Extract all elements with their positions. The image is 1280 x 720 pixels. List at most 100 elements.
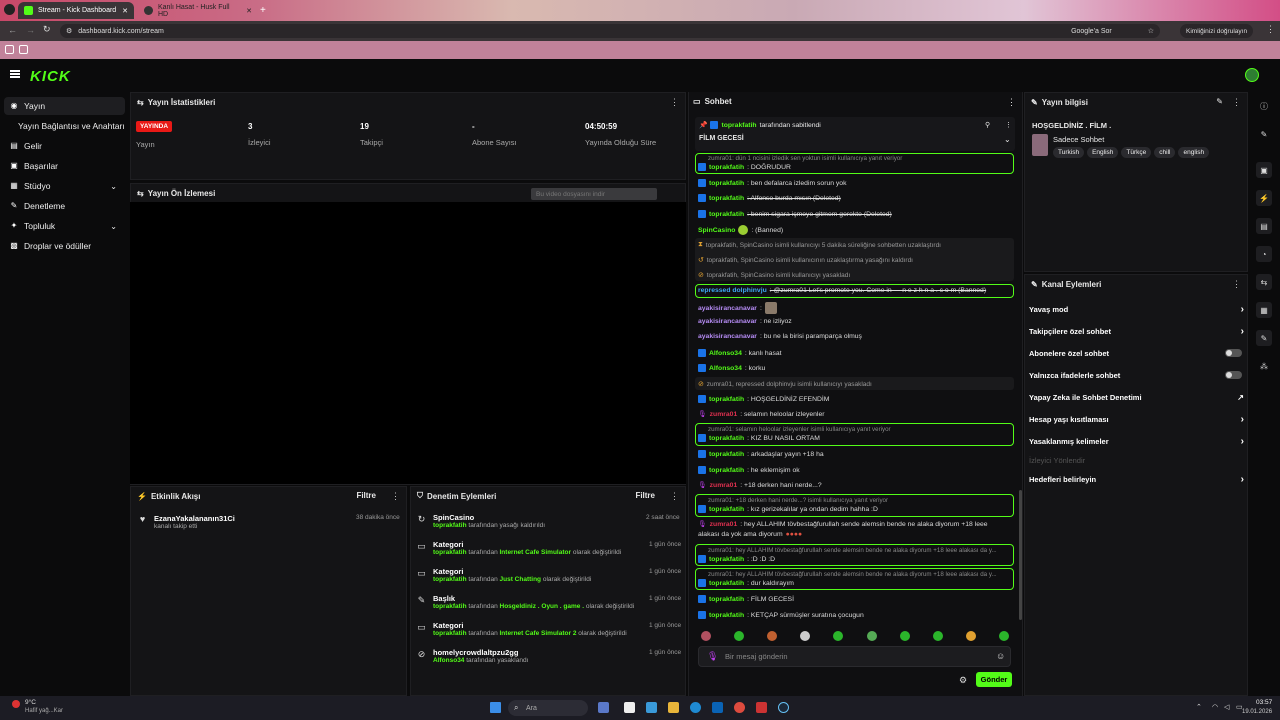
- chat-message[interactable]: toprakfatih: dur kaldırayım: [698, 579, 1014, 587]
- profile-chip[interactable]: Kimliğinizi doğrulayın: [1180, 24, 1254, 38]
- app-icon[interactable]: [756, 702, 767, 713]
- browser-menu-button[interactable]: [4, 4, 15, 15]
- chat-message[interactable]: repressed dolphinvju: @zumra01 Let's pro…: [698, 287, 1014, 294]
- more-options-icon[interactable]: ⋮: [670, 97, 679, 108]
- info-icon[interactable]: ⓘ: [1256, 98, 1272, 114]
- more-options-icon[interactable]: ⋮: [1232, 279, 1241, 290]
- emoji-picker-icon[interactable]: ☺: [996, 651, 1005, 661]
- category-name[interactable]: Sadece Sohbet: [1053, 135, 1104, 144]
- copilot-icon[interactable]: [646, 702, 657, 713]
- action-followers-only[interactable]: Takipçilere özel sohbet ›: [1029, 324, 1244, 338]
- more-options-icon[interactable]: ⋮: [1232, 97, 1241, 108]
- action-banned-words[interactable]: Yasaklanmış kelimeler ›: [1029, 434, 1244, 448]
- emote-icon[interactable]: [866, 631, 877, 641]
- video-preview[interactable]: [130, 202, 686, 484]
- chat-message[interactable]: toprakfatih: KETÇAP sürmüşler suratına ç…: [698, 611, 1014, 619]
- chat-message[interactable]: toprakfatih: arkadaşlar yayın +18 ha: [698, 450, 1014, 458]
- tag[interactable]: chill: [1154, 147, 1176, 158]
- chat-message[interactable]: toprakfatih: he eklemişim ok: [698, 466, 1014, 474]
- chrome-icon[interactable]: [734, 702, 745, 713]
- clock-date[interactable]: 19.01.2026: [1242, 709, 1272, 715]
- address-bar[interactable]: ⚙ dashboard.kick.com/stream Google'a Sor…: [60, 24, 1160, 38]
- filter-button[interactable]: Filtre: [635, 491, 655, 500]
- browser-more-icon[interactable]: ⋮: [1266, 24, 1275, 35]
- chat-message[interactable]: SpinCasino: (Banned): [698, 225, 1014, 235]
- windows-start-icon[interactable]: [490, 702, 501, 713]
- bookmark-star-icon[interactable]: ☆: [1148, 27, 1154, 35]
- sidebar-item-topluluk[interactable]: ✦ Topluluk ⌄: [4, 217, 125, 235]
- new-tab-button[interactable]: +: [260, 5, 266, 16]
- site-info-icon[interactable]: ⚙: [66, 27, 72, 35]
- emote-icon[interactable]: [800, 631, 811, 641]
- file-explorer-icon[interactable]: [668, 702, 679, 713]
- emote-icon[interactable]: [767, 631, 778, 641]
- gear-icon[interactable]: ⚙: [959, 675, 967, 686]
- chat-message[interactable]: Alfonso34: kanlı hasat: [698, 349, 1014, 357]
- chat-message[interactable]: toprakfatih: benim sigara içmeye gitmem …: [698, 210, 1014, 218]
- browser-tab-video[interactable]: Kanlı Hasat - Husk Full HD ✕: [138, 2, 258, 19]
- chat-message[interactable]: Alfonso34: korku: [698, 364, 1014, 372]
- steam-icon[interactable]: [778, 702, 789, 713]
- clipboard-icon[interactable]: ▤: [1256, 218, 1272, 234]
- chat-scrollbar[interactable]: [1019, 490, 1022, 620]
- chat-input[interactable]: Bir mesaj gönderin: [698, 646, 1011, 667]
- chat-message[interactable]: toprakfatih: kız gerizekalılar ya ondan …: [698, 505, 1014, 513]
- chat-message[interactable]: ayakisirancanavar: bu ne la birisi param…: [698, 333, 1014, 340]
- action-slow-mode[interactable]: Yavaş mod ›: [1029, 302, 1244, 316]
- sidebar-item-studyo[interactable]: ▦ Stüdyo ⌄: [4, 177, 125, 195]
- toggle-switch[interactable]: [1225, 349, 1242, 357]
- back-icon[interactable]: ←: [8, 25, 17, 35]
- action-account-age[interactable]: Hesap yaşı kısıtlaması ›: [1029, 412, 1244, 426]
- chat-message[interactable]: 🎙 zumra01: hey ALLAHIM tövbestağfurullah …: [698, 520, 1014, 529]
- taskbar-search[interactable]: Ara: [508, 700, 588, 716]
- sidebar-item-yayin[interactable]: ◉ Yayın: [4, 97, 125, 115]
- pencil-icon[interactable]: ✎: [1256, 126, 1272, 142]
- tag[interactable]: Turkish: [1053, 147, 1085, 158]
- edge-icon[interactable]: [690, 702, 701, 713]
- preview-icon[interactable]: ▦: [1256, 302, 1272, 318]
- chat-message[interactable]: 🎙 zumra01: +18 derken hani nerde...?: [698, 481, 1014, 490]
- action-set-goals[interactable]: Hedefleri belirleyin ›: [1029, 472, 1244, 486]
- wrench-icon[interactable]: ✎: [1256, 330, 1272, 346]
- hamburger-menu-icon[interactable]: [10, 70, 20, 78]
- browser-tab-kick[interactable]: Stream - Kick Dashboard ✕: [18, 2, 134, 19]
- sidebar-item-droplar[interactable]: ▩ Droplar ve ödüller: [4, 237, 125, 255]
- reload-icon[interactable]: ↻: [43, 24, 51, 35]
- emote-icon[interactable]: [899, 631, 910, 641]
- bolt-icon[interactable]: ⚡: [1256, 190, 1272, 206]
- more-options-icon[interactable]: ⋮: [391, 491, 400, 502]
- emote-icon[interactable]: [998, 631, 1009, 641]
- task-view-icon[interactable]: [624, 702, 635, 713]
- emote-icon[interactable]: [833, 631, 844, 641]
- close-tab-icon[interactable]: ✕: [246, 7, 252, 15]
- widget-icon[interactable]: ▣: [1256, 162, 1272, 178]
- tag[interactable]: Türkçe: [1121, 147, 1152, 158]
- google-lens-chip[interactable]: Google'a Sor: [1071, 28, 1112, 35]
- download-video-button[interactable]: Bu video dosyasını indir: [531, 188, 657, 200]
- tag[interactable]: english: [1178, 147, 1210, 158]
- weather-temp[interactable]: 9°C: [25, 699, 36, 706]
- edit-icon[interactable]: ✎: [1216, 97, 1223, 106]
- chat-message[interactable]: ayakisirancanavar: ne izliyoz: [698, 318, 1014, 325]
- chat-message[interactable]: toprakfatih: FİLM GECESİ: [698, 595, 1014, 603]
- apps-grid-icon[interactable]: [19, 45, 28, 54]
- more-widgets-icon[interactable]: ⁂: [1256, 358, 1272, 374]
- unpin-icon[interactable]: ⚲: [985, 121, 990, 129]
- store-icon[interactable]: [712, 702, 723, 713]
- chat-message[interactable]: toprakfatih: ben defalarca izledim sorun…: [698, 179, 1014, 187]
- close-tab-icon[interactable]: ✕: [122, 7, 128, 15]
- sidebar-item-gelir[interactable]: ▤ Gelir: [4, 137, 125, 155]
- chat-message[interactable]: toprakfatih: :D :D :D: [698, 555, 1014, 563]
- more-options-icon[interactable]: ⋮: [1005, 121, 1012, 129]
- emote-icon[interactable]: [734, 631, 745, 641]
- toggle-switch[interactable]: [1225, 371, 1242, 379]
- emote-icon[interactable]: [701, 631, 711, 641]
- forward-icon[interactable]: →: [26, 25, 35, 35]
- send-button[interactable]: Gönder: [976, 672, 1012, 687]
- emote-icon[interactable]: [965, 631, 976, 641]
- sidebar-item-basarilar[interactable]: ▣ Başarılar: [4, 157, 125, 175]
- avatar[interactable]: [1245, 68, 1259, 82]
- weather-icon[interactable]: [12, 700, 20, 708]
- chat-message[interactable]: toprakfatih: KIZ BU NASIL ORTAM: [698, 434, 1014, 442]
- action-ai-moderation[interactable]: Yapay Zeka ile Sohbet Denetimi ↗: [1029, 390, 1244, 404]
